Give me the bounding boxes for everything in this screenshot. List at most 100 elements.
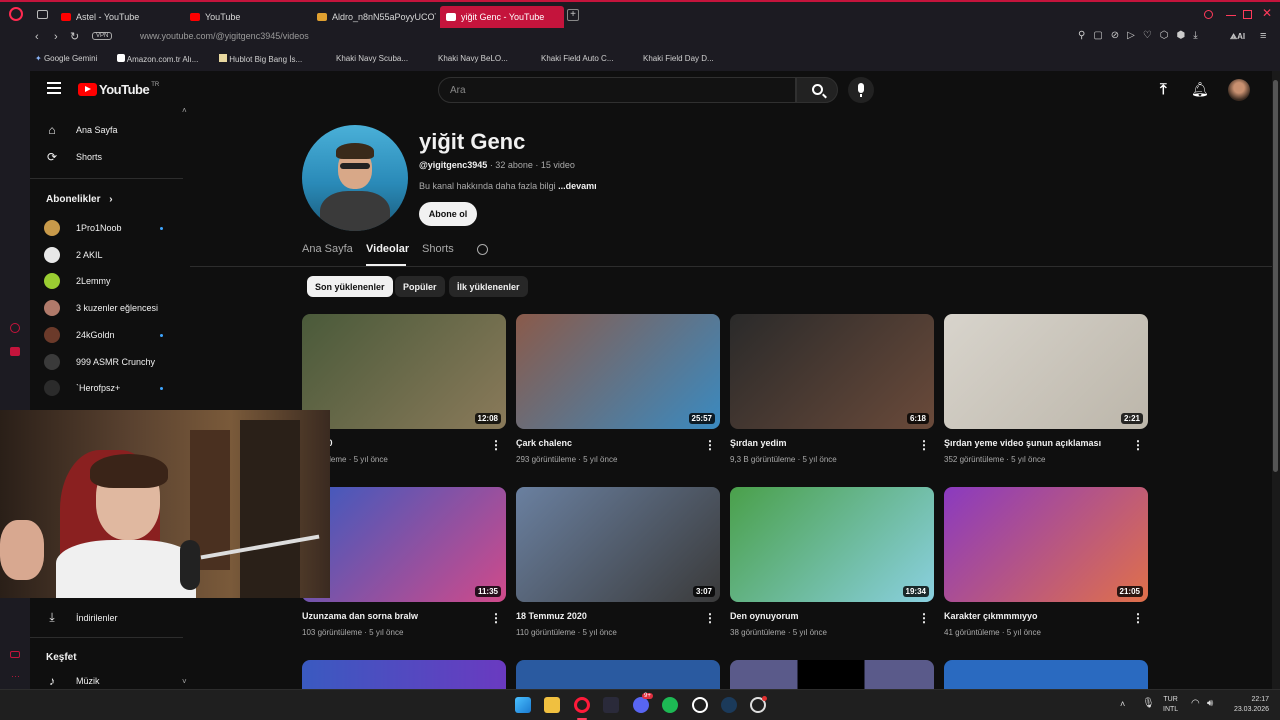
wifi-icon[interactable]: ◠ bbox=[1191, 698, 1200, 709]
bookmark-item[interactable]: Amazon.com.tr Alı... bbox=[117, 54, 198, 64]
video-card[interactable]: 21:05 Karakter çıkmmmıyyo 41 görüntüleme ·… bbox=[944, 487, 1148, 637]
menu-icon[interactable]: ≡ bbox=[1260, 30, 1266, 42]
steam-icon[interactable] bbox=[721, 697, 737, 713]
video-thumbnail[interactable]: 6:18 bbox=[730, 314, 934, 429]
subscriptions-header[interactable]: Abonelikler › bbox=[46, 194, 113, 205]
video-thumbnail[interactable]: 21:05 bbox=[944, 487, 1148, 602]
opera-logo-icon[interactable] bbox=[9, 7, 23, 21]
video-thumbnail[interactable]: 12:08 bbox=[302, 314, 506, 429]
tab-shorts[interactable]: Shorts bbox=[422, 243, 454, 255]
search-box[interactable]: Ara bbox=[438, 77, 796, 103]
video-thumbnail[interactable]: 3:07 bbox=[516, 487, 720, 602]
channel-description[interactable]: Bu kanal hakkında daha fazla bilgi ...de… bbox=[419, 181, 597, 191]
chip-latest[interactable]: Son yüklenenler bbox=[307, 276, 393, 297]
video-title[interactable]: 18 Temmuz 2020 bbox=[516, 611, 701, 621]
bookmark-item[interactable]: Khaki Field Auto C... bbox=[541, 54, 613, 63]
pen-app-icon[interactable] bbox=[603, 697, 619, 713]
sidebar-item-downloads[interactable]: ⤓ İndirilenler bbox=[44, 610, 117, 625]
video-title[interactable]: Karakter çıkmmmıyyo bbox=[944, 611, 1129, 621]
chip-popular[interactable]: Popüler bbox=[395, 276, 445, 297]
chip-oldest[interactable]: İlk yüklenenler bbox=[449, 276, 528, 297]
tray-overflow-icon[interactable]: ˄ bbox=[1120, 699, 1125, 709]
video-card[interactable]: 12:08m 2020görüntüleme · 5 yıl önce⋮ bbox=[302, 314, 506, 464]
subscribe-button[interactable]: Abone ol bbox=[419, 202, 477, 226]
search-tabs-icon[interactable] bbox=[1204, 10, 1213, 19]
tab-overview-icon[interactable] bbox=[37, 10, 48, 19]
search-input[interactable]: Ara bbox=[450, 85, 466, 96]
maximize-button[interactable] bbox=[1243, 10, 1252, 19]
opera-browser-icon[interactable] bbox=[574, 697, 590, 713]
video-thumbnail-partial[interactable] bbox=[730, 660, 934, 689]
scrollbar-thumb[interactable] bbox=[1273, 80, 1278, 472]
video-thumbnail-partial[interactable] bbox=[944, 660, 1148, 689]
video-card[interactable]: 2:21 Şırdan yeme video şunun açıklaması 35… bbox=[944, 314, 1148, 464]
tab-yigit-genc[interactable]: yiğit Genc - YouTube bbox=[440, 6, 564, 28]
url-field[interactable]: www.youtube.com/@yigitgenc3945/videos bbox=[140, 31, 309, 41]
channel-search-icon[interactable] bbox=[477, 244, 488, 255]
subscription-item[interactable]: 2Lemmy bbox=[44, 273, 164, 290]
video-thumbnail[interactable]: 2:21 bbox=[944, 314, 1148, 429]
tab-astel[interactable]: Astel - YouTube bbox=[55, 6, 180, 28]
microphone-tray-icon[interactable]: 🎙︎ bbox=[1142, 698, 1155, 709]
close-window-button[interactable]: ✕ bbox=[1262, 6, 1272, 20]
language-indicator[interactable]: TUR INTL bbox=[1163, 695, 1178, 715]
video-thumbnail-partial[interactable] bbox=[516, 660, 720, 689]
windows-start-icon[interactable] bbox=[515, 697, 531, 713]
sidebar-scroll-down-icon[interactable]: ˅ bbox=[182, 677, 187, 686]
vpn-badge[interactable]: VPN bbox=[92, 32, 113, 40]
subscription-item[interactable]: 3 kuzenler eğlencesi bbox=[44, 300, 164, 317]
subscription-item[interactable]: 2 AKIL bbox=[44, 246, 164, 263]
video-card[interactable]: 6:18 Şırdan yedim 9,3 B görüntüleme · 5 yı… bbox=[730, 314, 934, 464]
video-thumbnail[interactable]: 11:35 bbox=[302, 487, 506, 602]
forward-button[interactable]: › bbox=[54, 31, 58, 43]
bookmark-item[interactable]: Khaki Navy BeLO... bbox=[438, 54, 508, 63]
video-title[interactable]: Çark chalenc bbox=[516, 438, 701, 448]
reload-button[interactable]: ↻ bbox=[70, 30, 79, 43]
discord-icon[interactable] bbox=[633, 697, 649, 713]
new-tab-button[interactable]: + bbox=[567, 9, 579, 21]
clock[interactable]: 22:17 23.03.2026 bbox=[1227, 695, 1269, 715]
video-thumbnail[interactable]: 25:57 bbox=[516, 314, 720, 429]
more-link[interactable]: ...devamı bbox=[556, 181, 597, 191]
subscription-item[interactable]: 999 ASMR Crunchy bbox=[44, 353, 164, 370]
more-actions-icon[interactable]: ⋮ bbox=[490, 438, 502, 452]
wallet-icon[interactable] bbox=[10, 347, 20, 356]
video-title[interactable]: Den oynuyorum bbox=[730, 611, 915, 621]
upload-icon[interactable]: ⤒ bbox=[1160, 81, 1167, 98]
bookmark-item[interactable]: ✦ Google Gemini bbox=[35, 54, 97, 63]
video-thumbnail[interactable]: 19:34 bbox=[730, 487, 934, 602]
more-actions-icon[interactable]: ⋮ bbox=[490, 611, 502, 625]
notifications-bell-icon[interactable]: 🔔︎ bbox=[1191, 81, 1209, 98]
tab-youtube[interactable]: YouTube bbox=[184, 6, 309, 28]
sidebar-item-shorts[interactable]: ⟳ Shorts bbox=[44, 150, 102, 164]
aria-ai-button[interactable]: ⟁AI bbox=[1230, 32, 1245, 42]
video-card[interactable]: 3:07 18 Temmuz 2020 110 görüntüleme · 5 yı… bbox=[516, 487, 720, 637]
more-actions-icon[interactable]: ⋮ bbox=[918, 611, 930, 625]
sidebar-item-home[interactable]: ⌂ Ana Sayfa bbox=[44, 123, 117, 137]
video-title[interactable]: Uzunzama dan sorna bralw bbox=[302, 611, 487, 621]
video-title[interactable]: Şırdan yedim bbox=[730, 438, 915, 448]
search-button[interactable] bbox=[796, 77, 838, 103]
sidebar-scroll-up-icon[interactable]: ˄ bbox=[182, 106, 187, 115]
more-actions-icon[interactable]: ⋮ bbox=[1132, 611, 1144, 625]
tab-videos[interactable]: Videolar bbox=[366, 243, 409, 255]
more-icon[interactable]: ··· bbox=[11, 671, 20, 681]
spotify-icon[interactable] bbox=[662, 697, 678, 713]
voice-search-button[interactable] bbox=[848, 77, 874, 103]
more-actions-icon[interactable]: ⋮ bbox=[704, 611, 716, 625]
youtube-logo[interactable]: YouTube TR bbox=[78, 82, 159, 97]
hamburger-menu-icon[interactable] bbox=[47, 82, 61, 94]
video-card[interactable]: 19:34 Den oynuyorum 38 görüntüleme · 5 yıl… bbox=[730, 487, 934, 637]
more-actions-icon[interactable]: ⋮ bbox=[704, 438, 716, 452]
tab-aldro[interactable]: Aldro_n8nN55aPoyyUCOT bbox=[311, 6, 436, 28]
more-actions-icon[interactable]: ⋮ bbox=[918, 438, 930, 452]
bookmark-item[interactable]: Hublot Big Bang İs... bbox=[219, 54, 302, 64]
video-card[interactable]: 11:35 Uzunzama dan sorna bralw 103 görüntü… bbox=[302, 487, 506, 637]
minimize-button[interactable] bbox=[1226, 15, 1236, 16]
video-title[interactable]: Şırdan yeme video şunun açıklaması bbox=[944, 438, 1129, 448]
sidebar-item-music[interactable]: ♪ Müzik bbox=[44, 674, 100, 688]
history-icon[interactable] bbox=[10, 323, 20, 333]
back-button[interactable]: ‹ bbox=[35, 31, 39, 43]
steelseries-icon[interactable] bbox=[692, 697, 708, 713]
personal-news-icon[interactable] bbox=[10, 651, 20, 658]
